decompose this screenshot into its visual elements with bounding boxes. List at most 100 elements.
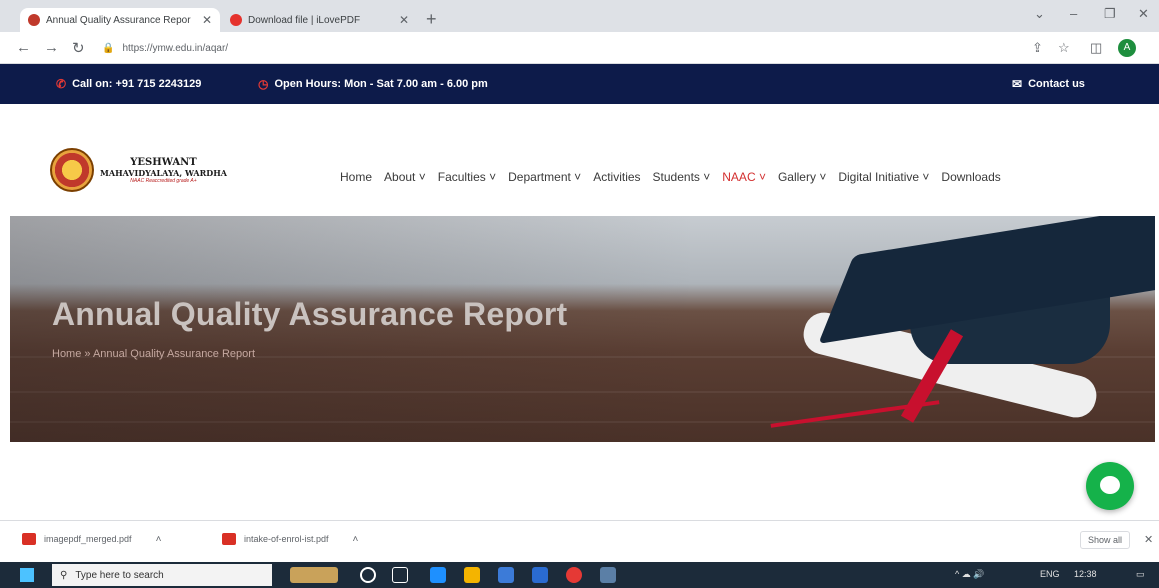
tab-ilovepdf[interactable]: Download file | iLovePDF ✕ <box>222 8 417 32</box>
bookmark-star-icon[interactable]: ☆ <box>1058 40 1070 56</box>
call-info[interactable]: ✆ Call on: +91 715 2243129 <box>56 77 201 91</box>
download-item[interactable]: imagepdf_merged.pdf ˄ <box>22 533 161 545</box>
clock-icon: ◷ <box>258 77 269 91</box>
chevron-down-icon: ˅ <box>574 170 582 184</box>
call-text: Call on: +91 715 2243129 <box>72 78 202 90</box>
logo-line-3: NAAC Reaccredited grade A+ <box>130 177 197 184</box>
new-tab-button[interactable]: + <box>426 8 437 30</box>
language-indicator[interactable]: ENG <box>1040 569 1060 579</box>
phone-icon: ✆ <box>56 77 67 91</box>
screen: Annual Quality Assurance Repor ✕ Downloa… <box>0 0 1159 588</box>
college-logo[interactable]: YESHWANT MAHAVIDYALAYA, WARDHA NAAC Reac… <box>50 148 227 192</box>
close-tab-icon[interactable]: ✕ <box>202 13 212 27</box>
nav-department[interactable]: Department ˅ <box>508 170 581 184</box>
browser-tab-strip: Annual Quality Assurance Repor ✕ Downloa… <box>0 0 1159 32</box>
download-filename: intake-of-enrol-ist.pdf <box>244 534 329 544</box>
browser-toolbar: ← → ↻ 🔒 https://ymw.edu.in/aqar/ ⇪ ☆ ◫ A <box>0 32 1159 64</box>
nav-label: Students <box>652 170 700 184</box>
tab-label: Download file | iLovePDF <box>248 14 361 26</box>
hours-info: ◷ Open Hours: Mon - Sat 7.00 am - 6.00 p… <box>258 77 488 91</box>
nav-gallery[interactable]: Gallery ˅ <box>778 170 826 184</box>
logo-line-2: MAHAVIDYALAYA, WARDHA <box>100 167 227 178</box>
app-icon[interactable] <box>600 567 616 583</box>
taskbar-search-box[interactable]: ⚲ Type here to search <box>52 564 272 586</box>
chat-bubble-icon[interactable] <box>1086 462 1134 510</box>
nav-students[interactable]: Students ˅ <box>653 170 711 184</box>
chevron-down-icon: ˅ <box>922 170 930 184</box>
close-downloads-icon[interactable]: ✕ <box>1144 533 1153 546</box>
college-favicon-icon <box>28 14 40 26</box>
nav-label: About <box>384 170 416 184</box>
close-tab-icon[interactable]: ✕ <box>399 13 409 27</box>
nav-faculties[interactable]: Faculties ˅ <box>438 170 496 184</box>
store-icon[interactable] <box>498 567 514 583</box>
top-info-bar: ✆ Call on: +91 715 2243129 ◷ Open Hours:… <box>0 64 1159 104</box>
forward-arrow-icon[interactable]: → <box>44 39 59 56</box>
chevron-down-icon: ˅ <box>703 170 711 184</box>
edge-icon[interactable] <box>430 567 446 583</box>
hero-banner: Annual Quality Assurance Report Home » A… <box>10 216 1155 442</box>
tab-label: Annual Quality Assurance Repor <box>46 14 191 26</box>
nav-activities[interactable]: Activities <box>593 170 640 184</box>
system-tray-icons[interactable]: ^ ☁ 🔊 <box>955 569 984 580</box>
chevron-up-icon[interactable]: ˄ <box>353 534 359 545</box>
chevron-up-icon[interactable]: ˄ <box>156 534 162 545</box>
chevron-down-icon: ˅ <box>819 170 827 184</box>
windows-start-icon[interactable] <box>20 568 34 582</box>
ilovepdf-favicon-icon <box>230 14 242 26</box>
contact-link[interactable]: ✉ Contact us <box>1012 77 1085 91</box>
nav-about[interactable]: About ˅ <box>384 170 426 184</box>
url-text: https://ymw.edu.in/aqar/ <box>122 42 229 54</box>
mail-icon: ✉ <box>1012 77 1023 91</box>
nav-home[interactable]: Home <box>340 170 372 184</box>
reload-icon[interactable]: ↻ <box>72 39 85 57</box>
hours-text: Open Hours: Mon - Sat 7.00 am - 6.00 pm <box>274 78 488 90</box>
nav-digital-initiative[interactable]: Digital Initiative ˅ <box>838 170 929 184</box>
nav-label: Faculties <box>437 170 486 184</box>
cortana-icon[interactable] <box>360 567 376 583</box>
search-placeholder: Type here to search <box>75 569 164 581</box>
download-item[interactable]: intake-of-enrol-ist.pdf ˄ <box>222 533 358 545</box>
tab-search-icon[interactable]: ⌄ <box>1034 6 1045 22</box>
chevron-down-icon: ˅ <box>489 170 497 184</box>
downloads-bar: imagepdf_merged.pdf ˄ intake-of-enrol-is… <box>0 520 1159 562</box>
page-title: Annual Quality Assurance Report <box>52 296 568 332</box>
breadcrumb[interactable]: Home » Annual Quality Assurance Report <box>52 348 255 360</box>
file-explorer-icon[interactable] <box>464 567 480 583</box>
mail-app-icon[interactable] <box>532 567 548 583</box>
chevron-down-icon: ˅ <box>758 170 766 184</box>
back-arrow-icon[interactable]: ← <box>16 39 31 56</box>
address-bar[interactable]: 🔒 https://ymw.edu.in/aqar/ <box>102 37 1002 59</box>
nav-label: Department <box>508 170 571 184</box>
search-icon: ⚲ <box>60 569 68 581</box>
minimize-icon[interactable]: – <box>1070 6 1077 21</box>
nav-label: NAAC <box>722 170 756 184</box>
tab-aqar[interactable]: Annual Quality Assurance Repor ✕ <box>20 8 220 32</box>
chevron-down-icon: ˅ <box>418 170 426 184</box>
profile-avatar[interactable]: A <box>1118 39 1136 57</box>
site-header: YESHWANT MAHAVIDYALAYA, WARDHA NAAC Reac… <box>0 104 1159 216</box>
windows-taskbar: ⚲ Type here to search ^ ☁ 🔊 ENG 12:38 ▭ <box>0 562 1159 588</box>
download-filename: imagepdf_merged.pdf <box>44 534 132 544</box>
share-icon[interactable]: ⇪ <box>1032 40 1043 56</box>
nav-label: Gallery <box>777 170 816 184</box>
nav-naac[interactable]: NAAC ˅ <box>722 170 766 184</box>
restore-icon[interactable]: ❐ <box>1104 6 1116 22</box>
task-view-icon[interactable] <box>392 567 408 583</box>
main-nav: Home About ˅ Faculties ˅ Department ˅ Ac… <box>340 170 1013 184</box>
college-seal-icon <box>50 148 94 192</box>
sidepanel-icon[interactable]: ◫ <box>1090 40 1102 56</box>
weather-widget-icon[interactable] <box>290 567 338 583</box>
show-all-button[interactable]: Show all <box>1080 531 1131 549</box>
notification-icon[interactable]: ▭ <box>1136 569 1145 580</box>
pdf-file-icon <box>222 533 236 545</box>
close-window-icon[interactable]: ✕ <box>1138 6 1149 22</box>
chrome-icon[interactable] <box>566 567 582 583</box>
nav-downloads[interactable]: Downloads <box>941 170 1000 184</box>
pdf-file-icon <box>22 533 36 545</box>
logo-line-1: YESHWANT <box>130 156 197 168</box>
nav-label: Digital Initiative <box>838 170 920 184</box>
contact-text: Contact us <box>1028 78 1085 90</box>
clock-time[interactable]: 12:38 <box>1074 569 1097 579</box>
lock-icon: 🔒 <box>102 42 115 54</box>
